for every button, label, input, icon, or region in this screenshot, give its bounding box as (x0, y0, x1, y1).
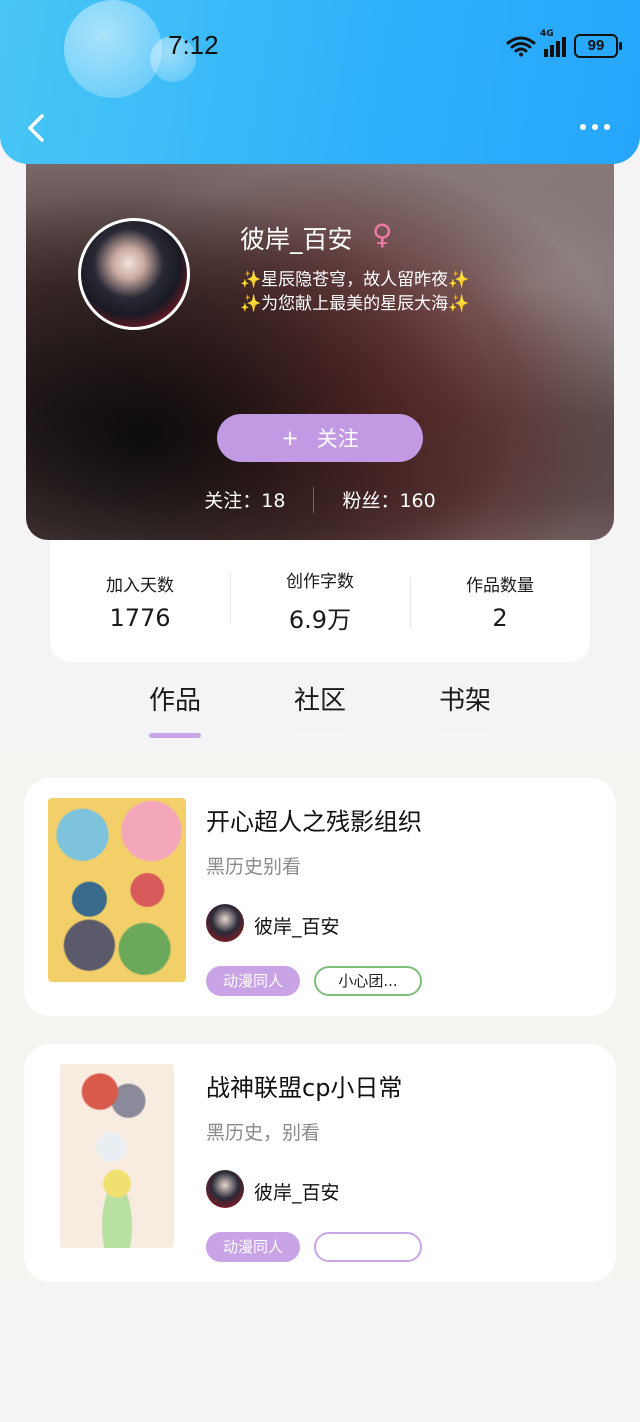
avatar[interactable] (78, 218, 190, 330)
top-header: 7:12 4G 99 (0, 0, 640, 164)
tab-label: 作品 (148, 686, 201, 716)
network-type: 4G (540, 29, 554, 39)
stat-word-count: 创作字数 6.9万 (230, 567, 410, 635)
bio: ✨星辰隐苍穹，故人留昨夜✨ ✨为您献上最美的星辰大海✨ (240, 268, 560, 316)
following-stat[interactable]: 关注：18 (204, 486, 285, 513)
cellular-signal-icon: 4G (540, 29, 566, 57)
stat-works-count: 作品数量 2 (410, 571, 590, 632)
female-gender-icon: ♀ (372, 218, 393, 251)
stat-label: 加入天数 (106, 575, 174, 596)
tab-community[interactable]: 社区 (280, 680, 360, 738)
follow-stats: 关注：18 粉丝：160 (26, 486, 614, 513)
follow-button-label: 关注 (316, 427, 359, 451)
back-arrow-icon[interactable] (26, 114, 46, 142)
author-name: 彼岸_百安 (254, 1182, 340, 1204)
work-title[interactable]: 开心超人之残影组织 (206, 802, 422, 837)
fans-count: 160 (399, 490, 436, 512)
work-subtitle: 黑历史别看 (206, 856, 302, 878)
tab-label: 书架 (438, 686, 491, 716)
divider (313, 486, 315, 513)
fans-label: 粉丝： (342, 490, 400, 512)
work-card[interactable]: 战神联盟cp小日常 黑历史，别看 彼岸_百安 动漫同人 (24, 1044, 616, 1282)
plus-icon: + (281, 426, 299, 450)
decorative-bubble (64, 0, 162, 98)
wifi-icon (506, 36, 536, 57)
work-cover-image[interactable] (48, 798, 186, 982)
author-avatar (206, 904, 244, 942)
status-icons: 4G 99 (506, 29, 622, 58)
username: 彼岸_百安 (240, 225, 353, 254)
tag-category[interactable]: 动漫同人 (206, 1232, 300, 1262)
stat-label: 创作字数 (286, 572, 354, 592)
tab-bar: 作品 社区 书架 (0, 680, 640, 750)
author-avatar (206, 1170, 244, 1208)
work-cover-image[interactable] (60, 1064, 174, 1248)
tab-bookshelf[interactable]: 书架 (425, 680, 505, 738)
following-count: 18 (261, 490, 286, 512)
tab-works[interactable]: 作品 (135, 680, 215, 738)
tab-indicator (294, 733, 346, 738)
stat-join-days: 加入天数 1776 (50, 571, 230, 632)
profile-card: 彼岸_百安 ♀ ✨星辰隐苍穹，故人留昨夜✨ ✨为您献上最美的星辰大海✨ + 关注… (26, 120, 614, 540)
bio-line: ✨为您献上最美的星辰大海✨ (240, 294, 470, 314)
follow-button[interactable]: + 关注 (217, 414, 423, 462)
more-options-icon[interactable] (580, 124, 610, 130)
bio-line: ✨星辰隐苍穹，故人留昨夜✨ (240, 270, 470, 290)
tag-secondary[interactable] (314, 1232, 422, 1262)
active-tab-indicator (149, 733, 201, 738)
stat-value: 2 (492, 603, 508, 632)
following-label: 关注： (204, 490, 262, 512)
tab-indicator (439, 733, 491, 738)
status-time: 7:12 (168, 30, 219, 60)
fans-stat[interactable]: 粉丝：160 (342, 486, 435, 513)
stat-label: 作品数量 (466, 575, 534, 596)
stats-card: 加入天数 1776 创作字数 6.9万 作品数量 2 (50, 540, 590, 662)
battery-icon: 99 (574, 34, 622, 58)
work-title[interactable]: 战神联盟cp小日常 (206, 1068, 402, 1103)
tab-label: 社区 (293, 686, 346, 716)
stat-value: 1776 (109, 603, 171, 632)
work-subtitle: 黑历史，别看 (206, 1122, 321, 1144)
tag-category[interactable]: 动漫同人 (206, 966, 300, 996)
tag-secondary[interactable]: 小心团... (314, 966, 422, 996)
work-card[interactable]: 开心超人之残影组织 黑历史别看 彼岸_百安 动漫同人 小心团... (24, 778, 616, 1016)
stat-value: 6.9万 (288, 606, 352, 634)
author-name: 彼岸_百安 (254, 916, 340, 938)
